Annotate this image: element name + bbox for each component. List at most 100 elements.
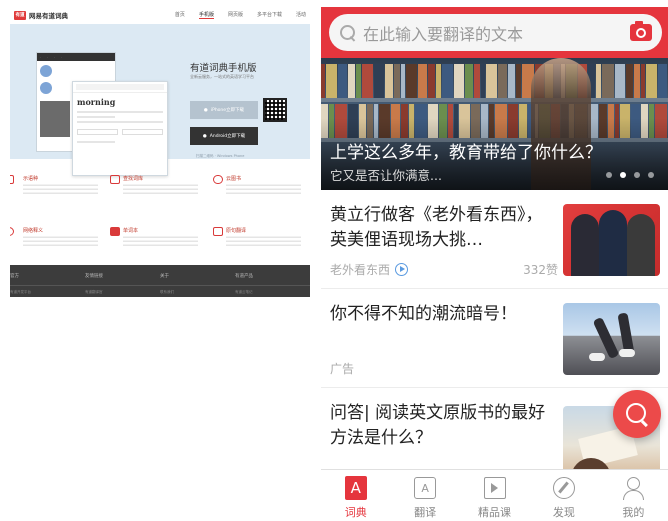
feed-item-meta: 广告 [330, 360, 354, 377]
feed-item[interactable]: 你不得不知的潮流暗号！ 广告 [321, 289, 668, 388]
tab-courses[interactable]: 精品课 [460, 470, 529, 521]
book-spine [385, 64, 394, 98]
carousel-indicator[interactable] [606, 172, 654, 178]
dictionary-popup-mockup: morning [72, 81, 168, 176]
tab-dictionary[interactable]: A 词典 [321, 470, 390, 521]
translate-search-input[interactable]: 在此输入要翻译的文本 [329, 14, 662, 51]
book-spine [454, 64, 465, 98]
carousel-dot[interactable] [620, 172, 626, 178]
cloud-icon [213, 175, 223, 184]
book-spine [625, 64, 634, 98]
footer-heading: 关于 [160, 274, 169, 279]
footer-heading: 官方 [10, 274, 19, 279]
shelf-rail [321, 98, 668, 102]
brand-logo[interactable]: 有道 网易有道词典 [14, 10, 68, 20]
footer-link[interactable]: 有道开发平台 [10, 290, 85, 295]
compass-icon [551, 475, 577, 501]
book-spine [658, 64, 668, 98]
nav-home[interactable]: 首页 [175, 11, 185, 19]
feature-description [23, 236, 98, 246]
copy-icon [213, 227, 223, 236]
book-spine [325, 64, 337, 98]
book-spine [465, 64, 474, 98]
feature-description [226, 184, 301, 194]
hero-subtitle: 全新云服务，一站式的英语学习平台 [190, 74, 254, 79]
feature-description [23, 184, 98, 194]
thumbnail-figure [619, 349, 635, 357]
feed-item-meta: 老外看东西 [330, 261, 409, 278]
book-spine [374, 64, 385, 98]
feature-item[interactable]: 示语种 [10, 175, 105, 215]
play-icon [395, 263, 409, 276]
camera-icon[interactable] [630, 21, 652, 41]
nav-mobile[interactable]: 手机版 [198, 11, 214, 19]
feature-title: 查找词库 [123, 176, 144, 182]
brand-name: 网易有道词典 [29, 12, 68, 20]
nav-download[interactable]: 多平台下载 [257, 11, 282, 19]
book-spine [481, 64, 486, 98]
hero-title: 有道词典手机版 [190, 63, 257, 74]
tab-profile[interactable]: 我的 [599, 470, 668, 521]
nav-events[interactable]: 活动 [296, 11, 306, 19]
ad-label: 广告 [330, 362, 355, 376]
feature-title: 网络释义 [23, 228, 44, 234]
desktop-nav: 有道 网易有道词典 首页 手机版 网页版 多平台下载 活动 [10, 7, 310, 23]
feed-item-thumbnail [563, 204, 660, 276]
footer-link[interactable]: 联系我们 [160, 290, 235, 295]
android-download-button[interactable]: ● Android立即下载 [190, 127, 258, 145]
carousel-dot[interactable] [648, 172, 654, 178]
footer-heading: 友情链接 [85, 274, 103, 279]
feed-item-likes: 332赞 [523, 263, 558, 277]
thumbnail-figure [589, 353, 605, 361]
feature-item[interactable]: 查找词库 [110, 175, 205, 215]
carousel-dot[interactable] [606, 172, 612, 178]
wordbook-icon [110, 227, 120, 236]
book-spine [355, 64, 361, 98]
feature-item[interactable]: 原句翻译 [213, 227, 308, 267]
tab-translate[interactable]: A 翻译 [390, 470, 459, 521]
featured-banner[interactable]: 上学这么多年，教育带给了你什么？ 它又是否让你满意... [321, 58, 668, 190]
popup-text-line [77, 116, 115, 118]
feature-item[interactable]: 单词本 [110, 227, 205, 267]
popup-text-line [77, 121, 163, 123]
feed-item[interactable]: 黄立行做客《老外看东西》，英美俚语现场大挑… 老外看东西 332赞 [321, 190, 668, 289]
feed-item-title: 黄立行做客《老外看东西》，英美俚语现场大挑… [330, 205, 543, 250]
book-spine [394, 64, 401, 98]
book-spine [347, 64, 355, 98]
feature-title: 单词本 [123, 228, 139, 234]
feature-item[interactable]: 网络释义 [10, 227, 105, 267]
feature-item[interactable]: 云图书 [213, 175, 308, 215]
footer-divider [10, 285, 310, 286]
desktop-hero: · · · · morning 有道词典手机版 全新云服务，一站式的英语学习平台 ● … [10, 24, 310, 176]
book-spine [337, 64, 347, 98]
book-spine [601, 64, 614, 98]
feature-title: 原句翻译 [226, 228, 247, 234]
book-spine [515, 64, 521, 98]
book-spine [427, 64, 435, 98]
book-spine [614, 64, 625, 98]
android-icon: ● [202, 133, 207, 139]
footer-link[interactable]: 有道翻译官 [85, 290, 160, 295]
search-icon [339, 24, 357, 42]
book-spine [406, 64, 417, 98]
footer-link[interactable]: 有道云笔记 [235, 290, 310, 295]
book-spine [474, 64, 481, 98]
feed-item-source: 老外看东西 [330, 263, 391, 277]
bookshelf-image [321, 64, 668, 98]
iphone-download-button[interactable]: ● iPhone立即下载 [190, 101, 258, 119]
nav-web[interactable]: 网页版 [228, 11, 243, 19]
footer-heading: 有道产品 [235, 274, 253, 279]
tab-label: 词典 [344, 506, 367, 519]
app-header: 在此输入要翻译的文本 [321, 7, 668, 58]
tab-label: 翻译 [414, 506, 437, 519]
search-icon [10, 227, 14, 236]
floating-search-button[interactable] [613, 390, 661, 438]
tab-discover[interactable]: 发现 [529, 470, 598, 521]
book-spine [441, 64, 454, 98]
banner-subtitle: 它又是否让你满意... [330, 168, 442, 183]
feature-grid: 示语种 查找词库 云图书 网络释义 单词本 原句翻译 [10, 175, 310, 267]
mobile-app: 在此输入要翻译的文本 上学这么多年，教育带给了你什么？ 它又是否让你满意... … [321, 7, 668, 521]
carousel-dot[interactable] [634, 172, 640, 178]
thumbnail-figure [571, 214, 599, 276]
book-spine [435, 64, 441, 98]
